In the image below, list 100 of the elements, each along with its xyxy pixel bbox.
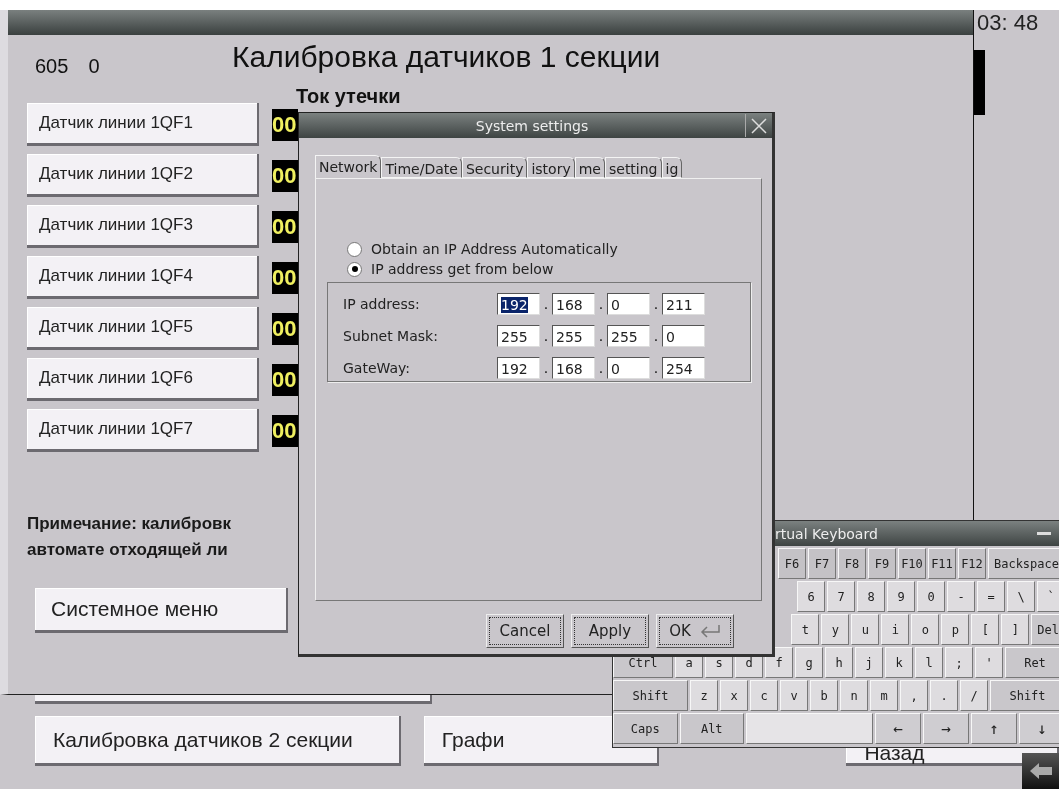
keyboard-key[interactable]: F8 bbox=[837, 548, 866, 579]
keyboard-key[interactable]: j bbox=[855, 647, 883, 678]
keyboard-key[interactable]: ↑ bbox=[971, 713, 1017, 744]
keyboard-key[interactable]: , bbox=[900, 680, 928, 711]
keyboard-key[interactable]: 9 bbox=[887, 581, 915, 612]
octet-field[interactable]: 192 bbox=[497, 357, 540, 379]
keyboard-key[interactable]: m bbox=[870, 680, 898, 711]
octet-field[interactable]: 168 bbox=[552, 357, 595, 379]
clock: 03: 48 bbox=[977, 11, 1040, 35]
tab[interactable]: setting bbox=[604, 157, 662, 178]
keyboard-key[interactable]: v bbox=[780, 680, 808, 711]
column-header: Ток утечки bbox=[296, 85, 401, 107]
keyboard-key[interactable]: ] bbox=[1001, 614, 1030, 645]
sensor-button[interactable]: Датчик линии 1QF3 bbox=[27, 205, 259, 248]
keyboard-key[interactable]: - bbox=[947, 581, 975, 612]
keyboard-key[interactable]: 8 bbox=[857, 581, 885, 612]
keyboard-key[interactable]: Caps bbox=[613, 713, 678, 744]
sensor-button[interactable]: Датчик линии 1QF2 bbox=[27, 154, 259, 197]
tab[interactable]: Security bbox=[461, 157, 528, 178]
keyboard-key[interactable]: ` bbox=[1037, 581, 1059, 612]
minimize-icon[interactable] bbox=[1037, 531, 1051, 536]
keyboard-key[interactable]: g bbox=[795, 647, 823, 678]
keyboard-key[interactable]: F6 bbox=[777, 548, 806, 579]
keyboard-key[interactable]: x bbox=[720, 680, 748, 711]
keyboard-key[interactable]: c bbox=[750, 680, 778, 711]
keyboard-key[interactable]: y bbox=[821, 614, 850, 645]
keyboard-key[interactable]: → bbox=[923, 713, 969, 744]
octet-separator: . bbox=[542, 328, 550, 344]
keyboard-key[interactable]: F9 bbox=[867, 548, 896, 579]
octet-field[interactable]: 0 bbox=[607, 293, 650, 315]
keyboard-key[interactable]: 0 bbox=[917, 581, 945, 612]
keyboard-key[interactable]: l bbox=[915, 647, 943, 678]
sensor-button[interactable]: Датчик линии 1QF6 bbox=[27, 358, 259, 401]
keyboard-key[interactable]: Shift bbox=[990, 680, 1059, 711]
radio-button[interactable] bbox=[347, 261, 362, 277]
dialog-button[interactable]: Apply bbox=[571, 614, 649, 648]
keyboard-key[interactable]: Backspace bbox=[987, 548, 1059, 579]
keyboard-key[interactable]: b bbox=[810, 680, 838, 711]
radio-button[interactable] bbox=[347, 241, 362, 257]
sensor-button[interactable]: Датчик линии 1QF5 bbox=[27, 307, 259, 350]
keyboard-key[interactable]: k bbox=[885, 647, 913, 678]
note-text: Примечание: калибровк автомате отходящей ли bbox=[27, 513, 231, 561]
nav-button[interactable]: Калибровка датчиков 2 секции bbox=[35, 716, 401, 766]
sensor-button[interactable]: Датчик линии 1QF7 bbox=[27, 409, 259, 452]
screen-title: Калибровка датчиков 1 секции bbox=[232, 40, 661, 75]
keyboard-key[interactable]: F10 bbox=[897, 548, 926, 579]
dialog-title: System settings bbox=[474, 117, 590, 134]
octet-field[interactable]: 255 bbox=[607, 325, 650, 347]
octet-field[interactable]: 255 bbox=[497, 325, 540, 347]
dialog-button[interactable]: Cancel bbox=[486, 614, 564, 648]
keyboard-key[interactable]: / bbox=[960, 680, 988, 711]
keyboard-key[interactable]: F12 bbox=[957, 548, 986, 579]
tab[interactable]: istory bbox=[527, 157, 575, 178]
keyboard-key[interactable]: . bbox=[930, 680, 958, 711]
octet-separator: . bbox=[652, 296, 660, 312]
space-key[interactable] bbox=[746, 713, 873, 744]
octet-field[interactable]: 192 bbox=[497, 293, 540, 315]
keyboard-key[interactable]: h bbox=[825, 647, 853, 678]
keyboard-key[interactable]: ↓ bbox=[1019, 713, 1059, 744]
tab[interactable]: Time/Date bbox=[381, 157, 462, 178]
keyboard-key[interactable]: Del bbox=[1031, 614, 1059, 645]
sensor-button[interactable]: Датчик линии 1QF4 bbox=[27, 256, 259, 299]
tab[interactable]: ig bbox=[661, 157, 683, 178]
dialog-button[interactable]: OK bbox=[656, 614, 734, 648]
keyboard-key[interactable]: Alt bbox=[679, 713, 744, 744]
counter-value: 0 bbox=[88, 55, 100, 79]
octet-field[interactable]: 168 bbox=[552, 293, 595, 315]
octet-field[interactable]: 255 bbox=[552, 325, 595, 347]
sensor-button[interactable]: Датчик линии 1QF1 bbox=[27, 103, 259, 146]
keyboard-key[interactable]: 6 bbox=[797, 581, 825, 612]
field-label: GateWay: bbox=[342, 360, 412, 376]
keyboard-key[interactable]: F7 bbox=[807, 548, 836, 579]
octet-field[interactable]: 0 bbox=[662, 325, 705, 347]
tab[interactable]: me bbox=[574, 157, 605, 178]
keyboard-key[interactable]: ; bbox=[945, 647, 973, 678]
value-display: 00 bbox=[272, 160, 298, 192]
keyboard-key[interactable]: ' bbox=[975, 647, 1003, 678]
keyboard-key[interactable]: i bbox=[881, 614, 910, 645]
tab[interactable]: Network bbox=[315, 155, 382, 178]
keyboard-key[interactable]: Ret bbox=[1005, 647, 1059, 678]
keyboard-key[interactable]: Shift bbox=[613, 680, 688, 711]
keyboard-key[interactable]: p bbox=[941, 614, 970, 645]
keyboard-key[interactable]: F11 bbox=[927, 548, 956, 579]
octet-field[interactable]: 254 bbox=[662, 357, 705, 379]
system-menu-button[interactable]: Системное меню bbox=[35, 588, 288, 633]
keyboard-key[interactable]: ← bbox=[875, 713, 921, 744]
keyboard-key[interactable]: [ bbox=[971, 614, 1000, 645]
keyboard-key[interactable]: 7 bbox=[827, 581, 855, 612]
keyboard-key[interactable]: n bbox=[840, 680, 868, 711]
scroll-indicator bbox=[974, 50, 985, 115]
octet-field[interactable]: 211 bbox=[662, 293, 705, 315]
octet-field[interactable]: 0 bbox=[607, 357, 650, 379]
value-display: 00 bbox=[272, 211, 298, 243]
keyboard-key[interactable]: o bbox=[911, 614, 940, 645]
keyboard-key[interactable]: \ bbox=[1007, 581, 1035, 612]
keyboard-key[interactable]: z bbox=[690, 680, 718, 711]
keyboard-key[interactable]: = bbox=[977, 581, 1005, 612]
keyboard-key[interactable]: u bbox=[851, 614, 880, 645]
value-display: 00 bbox=[272, 109, 298, 141]
keyboard-key[interactable]: t bbox=[791, 614, 820, 645]
